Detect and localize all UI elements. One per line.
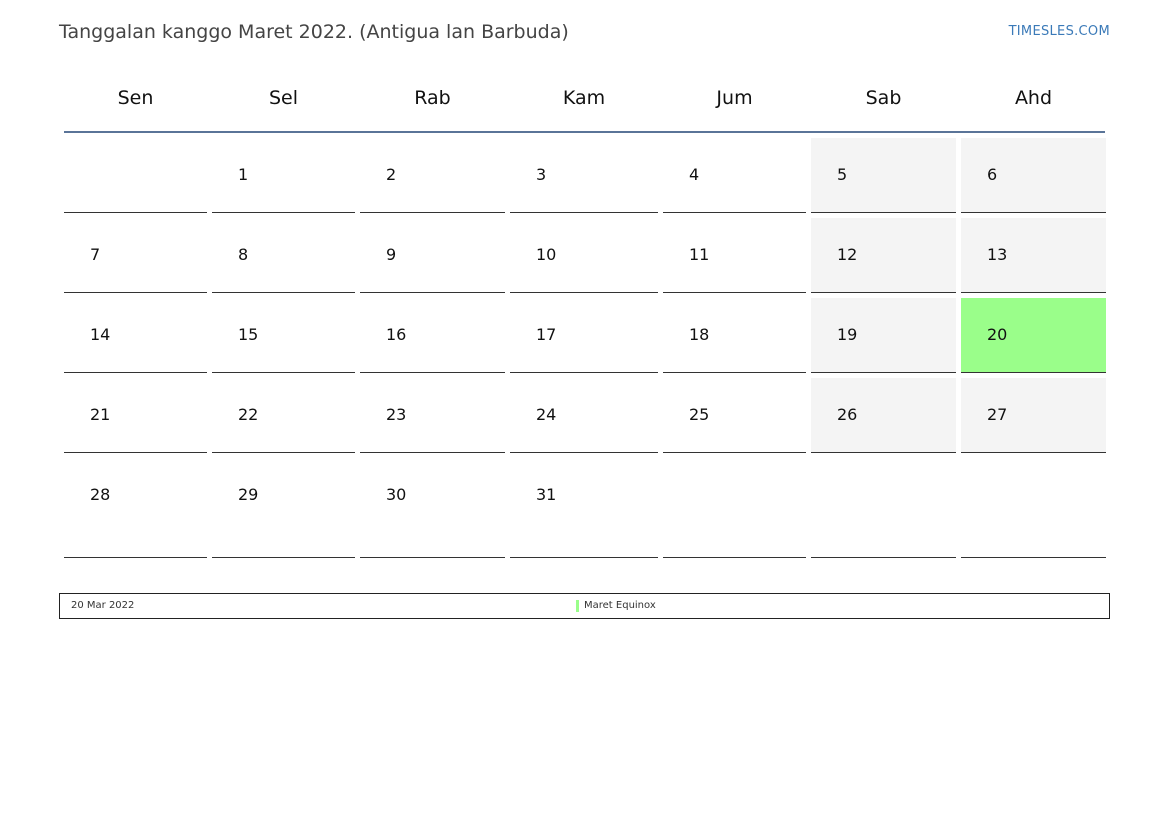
day-number: 4 xyxy=(689,165,700,184)
day-cell-weekend: 26 xyxy=(811,378,956,453)
day-cell: 9 xyxy=(360,218,505,293)
day-cell: 7 xyxy=(64,218,207,293)
weekday-friday: Jum xyxy=(716,87,753,109)
day-cell-weekend: 5 xyxy=(811,138,956,213)
day-cell: 10 xyxy=(510,218,658,293)
day-cell-weekend: 12 xyxy=(811,218,956,293)
day-number: 10 xyxy=(536,245,557,264)
day-number: 3 xyxy=(536,165,547,184)
day-cell-weekend: 27 xyxy=(961,378,1106,453)
day-cell: 30 xyxy=(360,458,505,558)
weekday-header-row: Sen Sel Rab Kam Jum Sab Ahd xyxy=(64,78,1105,133)
day-cell: 23 xyxy=(360,378,505,453)
day-number: 5 xyxy=(837,165,848,184)
day-number: 26 xyxy=(837,405,858,424)
week-row-5: 28 29 30 31 xyxy=(64,458,1106,558)
day-cell: 25 xyxy=(663,378,806,453)
day-cell-weekend: 19 xyxy=(811,298,956,373)
day-number: 21 xyxy=(90,405,111,424)
day-number: 13 xyxy=(987,245,1008,264)
day-cell: 8 xyxy=(212,218,355,293)
day-number: 12 xyxy=(837,245,858,264)
day-cell: 28 xyxy=(64,458,207,558)
day-cell xyxy=(663,458,806,558)
day-number: 18 xyxy=(689,325,710,344)
day-number: 24 xyxy=(536,405,557,424)
day-cell-weekend: 6 xyxy=(961,138,1106,213)
day-number: 29 xyxy=(238,485,259,504)
day-cell-weekend: 13 xyxy=(961,218,1106,293)
day-number: 27 xyxy=(987,405,1008,424)
day-number: 15 xyxy=(238,325,259,344)
weekday-monday: Sen xyxy=(117,87,154,109)
day-cell: 16 xyxy=(360,298,505,373)
day-cell: 21 xyxy=(64,378,207,453)
day-number: 25 xyxy=(689,405,710,424)
week-row-3: 14 15 16 17 18 19 20 xyxy=(64,298,1106,373)
weekday-sunday: Ahd xyxy=(1014,87,1053,109)
weekday-wednesday: Rab xyxy=(414,87,451,109)
week-row-1: 1 2 3 4 5 6 xyxy=(64,138,1106,213)
holiday-legend: 20 Mar 2022 Maret Equinox xyxy=(59,593,1110,619)
day-cell: 18 xyxy=(663,298,806,373)
day-cell: 4 xyxy=(663,138,806,213)
holiday-date: 20 Mar 2022 xyxy=(71,600,135,611)
day-number: 17 xyxy=(536,325,557,344)
day-cell: 15 xyxy=(212,298,355,373)
day-number: 22 xyxy=(238,405,259,424)
day-number: 19 xyxy=(837,325,858,344)
day-number: 6 xyxy=(987,165,998,184)
day-number: 14 xyxy=(90,325,111,344)
day-number: 8 xyxy=(238,245,249,264)
calendar-grid: Sen Sel Rab Kam Jum Sab Ahd 1 2 3 4 5 6 … xyxy=(64,78,1106,558)
day-cell: 3 xyxy=(510,138,658,213)
day-number: 30 xyxy=(386,485,407,504)
holiday-name: Maret Equinox xyxy=(584,600,656,611)
week-row-2: 7 8 9 10 11 12 13 xyxy=(64,218,1106,293)
week-row-4: 21 22 23 24 25 26 27 xyxy=(64,378,1106,453)
day-cell: 11 xyxy=(663,218,806,293)
day-cell xyxy=(811,458,956,558)
weekday-tuesday: Sel xyxy=(268,87,299,109)
weekday-thursday: Kam xyxy=(562,87,606,109)
day-cell xyxy=(64,138,207,213)
page-title: Tanggalan kanggo Maret 2022. (Antigua la… xyxy=(59,21,569,43)
day-cell: 17 xyxy=(510,298,658,373)
day-cell: 29 xyxy=(212,458,355,558)
day-cell-holiday: 20 xyxy=(961,298,1106,373)
day-number: 9 xyxy=(386,245,397,264)
brand-link[interactable]: TIMESLES.COM xyxy=(1009,24,1110,39)
day-cell: 31 xyxy=(510,458,658,558)
day-cell: 14 xyxy=(64,298,207,373)
day-number: 11 xyxy=(689,245,710,264)
day-number: 16 xyxy=(386,325,407,344)
day-number: 28 xyxy=(90,485,111,504)
day-cell: 2 xyxy=(360,138,505,213)
day-number: 2 xyxy=(386,165,397,184)
day-number: 20 xyxy=(987,325,1008,344)
day-cell: 22 xyxy=(212,378,355,453)
day-number: 23 xyxy=(386,405,407,424)
day-cell: 24 xyxy=(510,378,658,453)
day-number: 1 xyxy=(238,165,249,184)
day-number: 31 xyxy=(536,485,557,504)
day-cell: 1 xyxy=(212,138,355,213)
weekday-saturday: Sab xyxy=(865,87,902,109)
day-number: 7 xyxy=(90,245,101,264)
day-cell xyxy=(961,458,1106,558)
holiday-color-marker xyxy=(576,600,579,612)
